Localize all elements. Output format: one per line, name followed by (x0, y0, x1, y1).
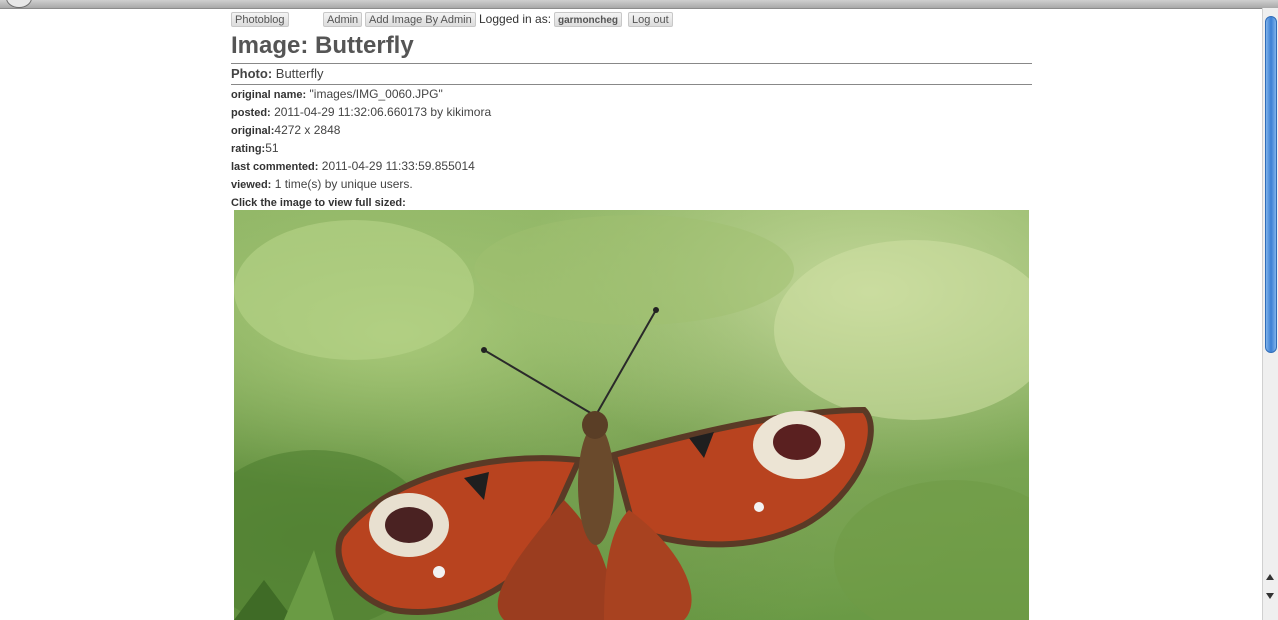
posted-label: posted: (231, 107, 271, 119)
butterfly-image (234, 215, 1029, 620)
last-commented-row: last commented: 2011-04-29 11:33:59.8550… (231, 159, 475, 174)
photo-title-bar: Photo: Butterfly (231, 63, 1032, 85)
original-size-label: original: (231, 125, 275, 137)
admin-button[interactable]: Admin (323, 12, 363, 27)
click-hint-row: Click the image to view full sized: (231, 195, 406, 210)
posted-value: 2011-04-29 11:32:06.660173 by kikimora (274, 105, 492, 119)
page-content: Photoblog Admin Add Image By Admin Logge… (231, 10, 1032, 620)
add-image-button[interactable]: Add Image By Admin (365, 12, 476, 27)
scroll-down-arrow-icon[interactable] (1266, 593, 1274, 599)
logout-button[interactable]: Log out (628, 12, 673, 27)
last-commented-label: last commented: (231, 161, 319, 173)
page-title: Image: Butterfly (231, 32, 414, 59)
photoblog-button[interactable]: Photoblog (231, 12, 289, 27)
original-name-row: original name: "images/IMG_0060.JPG" (231, 87, 443, 102)
viewed-label: viewed: (231, 179, 272, 191)
click-hint: Click the image to view full sized: (231, 197, 406, 209)
browser-chrome (0, 0, 1278, 9)
window-control-icon[interactable] (6, 0, 32, 8)
butterfly-photo[interactable] (234, 210, 1029, 620)
posted-row: posted: 2011-04-29 11:32:06.660173 by ki… (231, 105, 491, 120)
rating-row: rating:51 (231, 141, 279, 156)
rating-value: 51 (265, 141, 279, 155)
original-size-value: 4272 x 2848 (274, 123, 341, 137)
photo-label: Photo: (231, 66, 273, 81)
photo-value: Butterfly (275, 66, 324, 81)
vertical-scrollbar[interactable] (1262, 8, 1278, 620)
original-name-value: "images/IMG_0060.JPG" (309, 87, 443, 101)
logged-in-label: Logged in as: (479, 12, 552, 26)
last-commented-value: 2011-04-29 11:33:59.855014 (321, 159, 475, 173)
scrollbar-thumb[interactable] (1265, 16, 1277, 353)
username-link[interactable]: garmoncheg (554, 12, 623, 27)
original-size-row: original:4272 x 2848 (231, 123, 340, 138)
rating-label: rating: (231, 143, 266, 155)
top-nav: Photoblog Admin Add Image By Admin Logge… (231, 10, 1032, 28)
scroll-up-arrow-icon[interactable] (1266, 574, 1274, 580)
viewed-value: 1 time(s) by unique users. (274, 177, 413, 191)
original-name-label: original name: (231, 89, 307, 101)
viewed-row: viewed: 1 time(s) by unique users. (231, 177, 413, 192)
